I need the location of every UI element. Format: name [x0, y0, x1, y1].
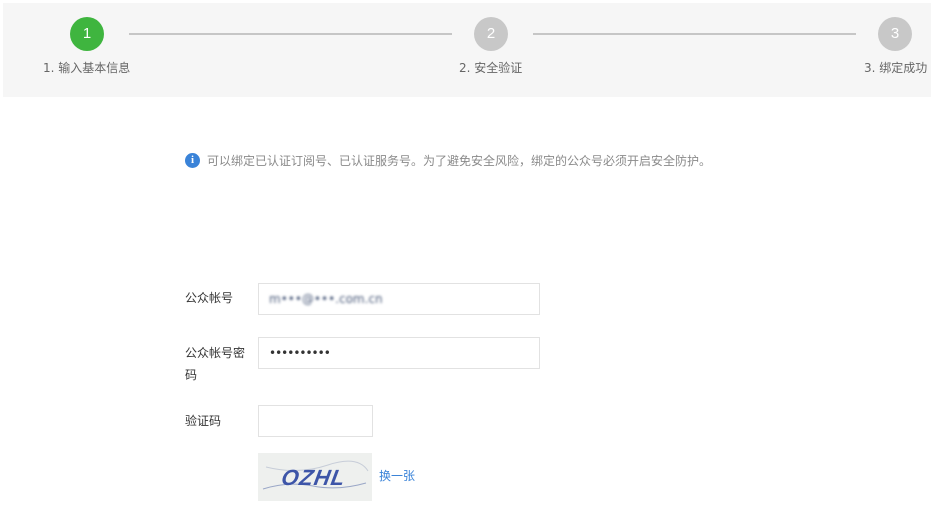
refresh-captcha-link[interactable]: 换一张 [379, 467, 415, 484]
captcha-text: OZHL [280, 465, 348, 490]
step-1-circle: 1 [70, 17, 104, 51]
password-input[interactable]: •••••••••• [258, 337, 540, 369]
captcha-label: 验证码 [185, 414, 222, 428]
step-3-circle: 3 [878, 17, 912, 51]
account-input[interactable]: m•••@•••.com.cn [258, 283, 540, 315]
progress-stepper: 1 1. 输入基本信息 2 2. 安全验证 3 3. 绑定成功 [3, 3, 931, 97]
captcha-input[interactable] [258, 405, 373, 437]
step-3-label: 3. 绑定成功 [864, 61, 928, 75]
step-2-label: 2. 安全验证 [459, 61, 523, 75]
password-label-line1: 公众帐号密 [185, 346, 246, 360]
notice-text: 可以绑定已认证订阅号、已认证服务号。为了避免安全风险，绑定的公众号必须开启安全防… [207, 153, 712, 168]
step-connector-1 [129, 33, 452, 35]
info-icon: i [185, 152, 200, 168]
password-label-line2: 码 [185, 368, 198, 382]
captcha-image: OZHL [258, 453, 372, 501]
password-label: 公众帐号密 码 [185, 342, 245, 386]
captcha-graphic: OZHL [258, 453, 372, 501]
account-label: 公众帐号 [185, 291, 234, 305]
step-2-circle: 2 [474, 17, 508, 51]
step-1-label: 1. 输入基本信息 [43, 61, 131, 75]
notice-banner: i 可以绑定已认证订阅号、已认证服务号。为了避免安全风险，绑定的公众号必须开启安… [185, 150, 711, 170]
account-input-value: m•••@•••.com.cn [269, 292, 383, 306]
step-connector-2 [533, 33, 856, 35]
password-input-value: •••••••••• [269, 346, 331, 360]
